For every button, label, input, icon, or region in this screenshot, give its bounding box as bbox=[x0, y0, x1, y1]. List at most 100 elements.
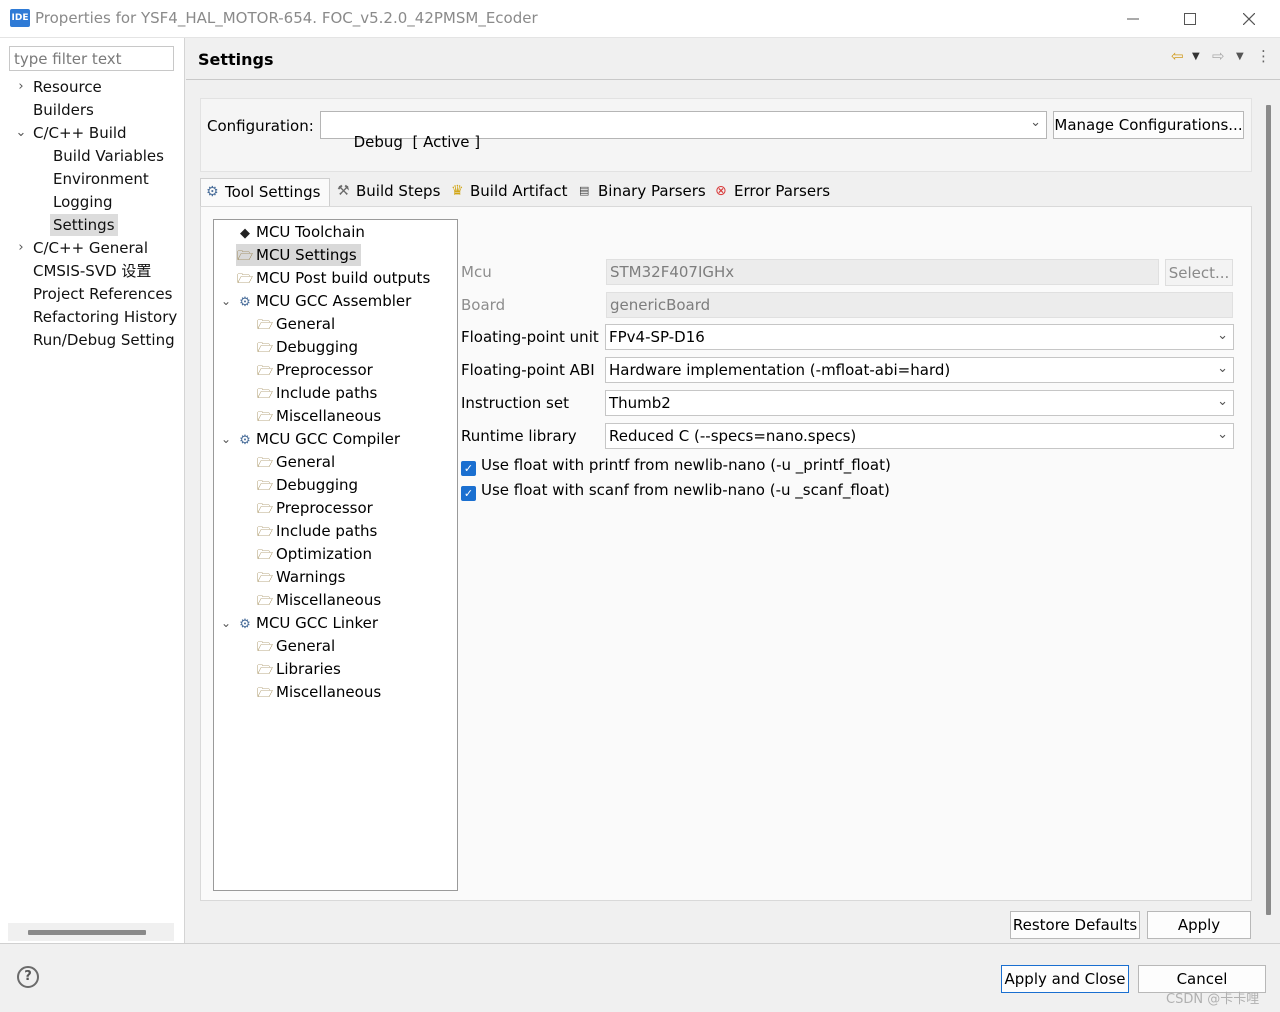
tab-label: Binary Parsers bbox=[598, 182, 706, 200]
nav-item-refactoring-history[interactable]: Refactoring History bbox=[33, 306, 177, 328]
tab-build-artifact[interactable]: ♛ Build Artifact bbox=[446, 178, 572, 206]
chevron-down-icon: ⌄ bbox=[1217, 427, 1228, 442]
nav-item-cmsis-svd[interactable]: CMSIS-SVD 设置 bbox=[33, 260, 151, 282]
mcu-label: Mcu bbox=[461, 263, 492, 281]
chevron-down-icon[interactable]: ⌄ bbox=[220, 612, 232, 634]
chevron-down-icon[interactable]: ⌄ bbox=[220, 428, 232, 450]
tree-item-compiler-warnings[interactable]: 🗁 Warnings bbox=[256, 566, 346, 588]
abi-select[interactable]: Hardware implementation (-mfloat-abi=har… bbox=[605, 357, 1234, 383]
back-icon[interactable]: ⇦ bbox=[1171, 47, 1184, 65]
configuration-group: Configuration: Debug [ Active ] ⌄ Manage… bbox=[200, 98, 1252, 172]
nav-item-cpp-build[interactable]: C/C++ Build bbox=[33, 122, 127, 144]
abi-value: Hardware implementation (-mfloat-abi=har… bbox=[609, 361, 951, 379]
checkbox-checked-icon[interactable]: ✓ bbox=[461, 486, 476, 501]
tree-item-compiler-preprocessor[interactable]: 🗁 Preprocessor bbox=[256, 497, 373, 519]
restore-defaults-button[interactable]: Restore Defaults bbox=[1010, 911, 1140, 939]
tree-item-linker-libraries[interactable]: 🗁 Libraries bbox=[256, 658, 341, 680]
tree-item-gcc-linker[interactable]: ⚙ MCU GCC Linker bbox=[236, 612, 378, 634]
tab-tool-settings[interactable]: ⚙ Tool Settings bbox=[200, 178, 330, 206]
help-icon[interactable]: ? bbox=[17, 966, 39, 988]
tree-item-compiler-miscellaneous[interactable]: 🗁 Miscellaneous bbox=[256, 589, 381, 611]
fpu-label: Floating-point unit bbox=[461, 328, 599, 346]
close-icon[interactable] bbox=[1220, 0, 1278, 38]
tree-item-compiler-include-paths[interactable]: 🗁 Include paths bbox=[256, 520, 377, 542]
window-title: Properties for YSF4_HAL_MOTOR-654. FOC_v… bbox=[35, 9, 538, 27]
tab-label: Build Steps bbox=[356, 182, 441, 200]
trophy-icon: ♛ bbox=[451, 183, 464, 199]
settings-folder-icon: 🗁 bbox=[256, 318, 274, 333]
minimize-icon[interactable] bbox=[1104, 0, 1162, 38]
nav-item-logging[interactable]: Logging bbox=[53, 191, 113, 213]
apply-and-close-button[interactable]: Apply and Close bbox=[1001, 965, 1129, 993]
tree-item-linker-miscellaneous[interactable]: 🗁 Miscellaneous bbox=[256, 681, 381, 703]
horizontal-scrollbar[interactable] bbox=[8, 923, 174, 941]
tree-item-mcu-toolchain[interactable]: ◆ MCU Toolchain bbox=[236, 221, 365, 243]
tool-settings-content: ◆ MCU Toolchain 🗁 MCU Settings 🗁 MCU Post b… bbox=[200, 206, 1252, 901]
apply-button[interactable]: Apply bbox=[1147, 911, 1251, 939]
page-header: Settings ⇦ ▼ ⇨ ▼ ⋮ bbox=[186, 38, 1280, 80]
nav-item-build-variables[interactable]: Build Variables bbox=[53, 145, 164, 167]
scanf-float-checkbox[interactable]: ✓ Use float with scanf from newlib-nano (… bbox=[461, 480, 890, 501]
settings-folder-icon: 🗁 bbox=[256, 571, 274, 586]
runtime-library-select[interactable]: Reduced C (--specs=nano.specs) ⌄ bbox=[605, 423, 1234, 449]
manage-configurations-button[interactable]: Manage Configurations... bbox=[1053, 111, 1244, 139]
printf-float-label: Use float with printf from newlib-nano (… bbox=[481, 456, 891, 474]
settings-folder-icon: 🗁 bbox=[256, 387, 274, 402]
tree-item-assembler-general[interactable]: 🗁 General bbox=[256, 313, 335, 335]
nav-item-cpp-general[interactable]: C/C++ General bbox=[33, 237, 148, 259]
maximize-icon[interactable] bbox=[1161, 0, 1219, 38]
tree-item-compiler-optimization[interactable]: 🗁 Optimization bbox=[256, 543, 372, 565]
filter-input[interactable] bbox=[9, 46, 174, 71]
nav-item-environment[interactable]: Environment bbox=[53, 168, 149, 190]
chevron-down-icon: ⌄ bbox=[1217, 328, 1228, 343]
tab-build-steps[interactable]: ⚒ Build Steps bbox=[332, 178, 444, 206]
fpu-select[interactable]: FPv4-SP-D16 ⌄ bbox=[605, 324, 1234, 350]
settings-folder-icon: 🗁 bbox=[256, 525, 274, 540]
instruction-set-select[interactable]: Thumb2 ⌄ bbox=[605, 390, 1234, 416]
binary-icon: ▤ bbox=[579, 184, 590, 197]
tree-item-compiler-debugging[interactable]: 🗁 Debugging bbox=[256, 474, 358, 496]
scrollbar-thumb[interactable] bbox=[1266, 105, 1271, 915]
tree-item-gcc-assembler[interactable]: ⚙ MCU GCC Assembler bbox=[236, 290, 411, 312]
chevron-right-icon[interactable]: › bbox=[14, 76, 28, 98]
view-menu-icon[interactable]: ⋮ bbox=[1256, 47, 1271, 65]
settings-folder-icon: 🗁 bbox=[256, 502, 274, 517]
settings-folder-icon: 🗁 bbox=[256, 364, 274, 379]
forward-menu-icon[interactable]: ▼ bbox=[1236, 51, 1244, 62]
tree-item-assembler-include-paths[interactable]: 🗁 Include paths bbox=[256, 382, 377, 404]
chevron-down-icon[interactable]: ⌄ bbox=[14, 122, 28, 144]
settings-folder-icon: 🗁 bbox=[256, 341, 274, 356]
runtime-library-label: Runtime library bbox=[461, 427, 577, 445]
tree-item-linker-general[interactable]: 🗁 General bbox=[256, 635, 335, 657]
settings-folder-icon: 🗁 bbox=[256, 594, 274, 609]
fpu-value: FPv4-SP-D16 bbox=[609, 328, 705, 346]
nav-item-resource[interactable]: Resource bbox=[33, 76, 102, 98]
vertical-scrollbar[interactable] bbox=[1261, 93, 1275, 918]
tree-item-assembler-debugging[interactable]: 🗁 Debugging bbox=[256, 336, 358, 358]
back-menu-icon[interactable]: ▼ bbox=[1192, 51, 1200, 62]
nav-item-builders[interactable]: Builders bbox=[33, 99, 94, 121]
tab-binary-parsers[interactable]: ▤ Binary Parsers bbox=[574, 178, 708, 206]
configuration-select[interactable]: Debug [ Active ] ⌄ bbox=[320, 111, 1047, 151]
tree-item-assembler-miscellaneous[interactable]: 🗁 Miscellaneous bbox=[256, 405, 381, 427]
settings-folder-icon: 🗁 bbox=[236, 272, 254, 287]
nav-item-run-debug-setting[interactable]: Run/Debug Setting bbox=[33, 329, 175, 351]
nav-item-settings[interactable]: Settings bbox=[50, 214, 118, 236]
checkbox-checked-icon[interactable]: ✓ bbox=[461, 461, 476, 476]
printf-float-checkbox[interactable]: ✓ Use float with printf from newlib-nano … bbox=[461, 455, 891, 476]
chevron-right-icon[interactable]: › bbox=[14, 237, 28, 259]
scrollbar-thumb[interactable] bbox=[28, 930, 146, 935]
nav-item-project-references[interactable]: Project References bbox=[33, 283, 172, 305]
tool-tree[interactable]: ◆ MCU Toolchain 🗁 MCU Settings 🗁 MCU Post b… bbox=[213, 219, 458, 891]
tree-item-assembler-preprocessor[interactable]: 🗁 Preprocessor bbox=[256, 359, 373, 381]
tree-item-mcu-post-build[interactable]: 🗁 MCU Post build outputs bbox=[236, 267, 430, 289]
settings-folder-icon: 🗁 bbox=[256, 686, 274, 701]
tab-error-parsers[interactable]: ⊗ Error Parsers bbox=[710, 178, 835, 206]
tree-item-gcc-compiler[interactable]: ⚙ MCU GCC Compiler bbox=[236, 428, 400, 450]
tab-label: Build Artifact bbox=[470, 182, 568, 200]
tree-item-mcu-settings[interactable]: 🗁 MCU Settings bbox=[236, 244, 361, 266]
tree-item-compiler-general[interactable]: 🗁 General bbox=[256, 451, 335, 473]
tool-icon: ⚙ bbox=[239, 433, 251, 448]
chevron-down-icon[interactable]: ⌄ bbox=[220, 290, 232, 312]
forward-icon[interactable]: ⇨ bbox=[1212, 47, 1225, 65]
